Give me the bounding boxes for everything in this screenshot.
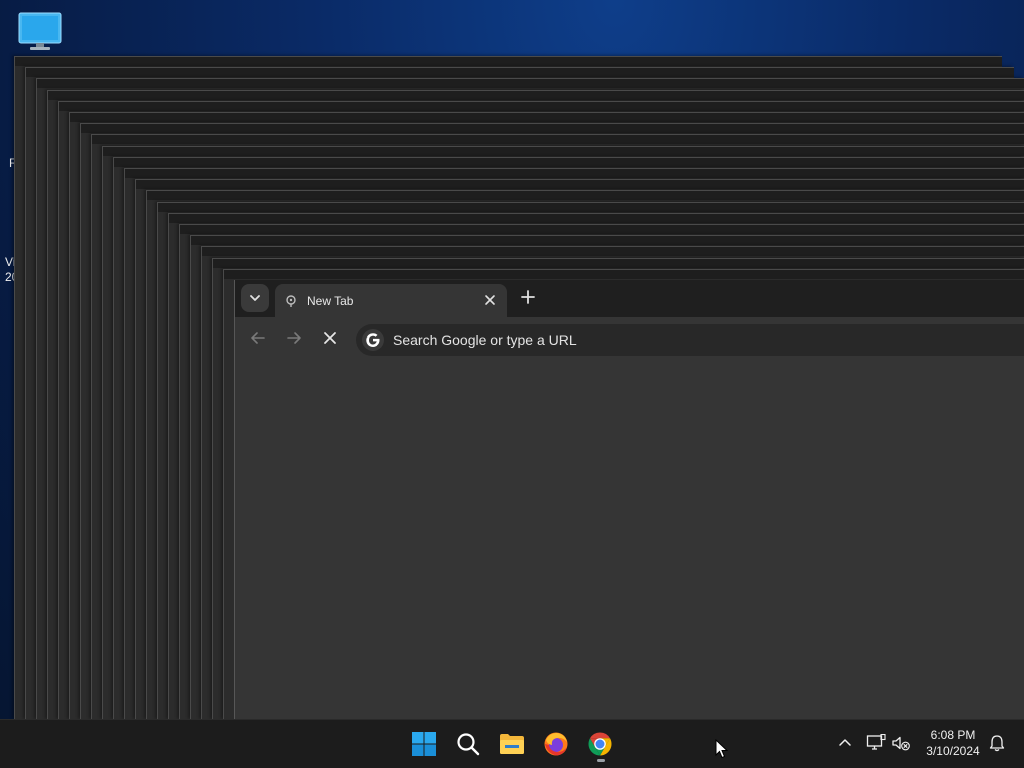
arrow-left-icon — [251, 332, 265, 344]
notifications-button[interactable] — [986, 732, 1008, 754]
show-hidden-icons-button[interactable] — [834, 732, 856, 754]
firefox-button[interactable] — [540, 728, 572, 760]
address-bar-placeholder: Search Google or type a URL — [393, 332, 577, 348]
mouse-cursor-icon — [715, 739, 729, 759]
plus-icon — [521, 290, 535, 304]
address-bar[interactable]: Search Google or type a URL — [356, 324, 1024, 356]
system-clock[interactable]: 6:08 PM 3/10/2024 — [920, 727, 986, 759]
network-icon — [866, 734, 886, 750]
search-icon — [457, 733, 480, 756]
tab-title: New Tab — [307, 294, 354, 308]
chevron-down-icon — [250, 295, 260, 301]
arrow-right-icon — [287, 332, 301, 344]
tab-new-tab[interactable]: New Tab — [275, 284, 507, 317]
speaker-muted-icon — [892, 736, 910, 751]
back-button[interactable] — [246, 326, 270, 350]
new-tab-button[interactable] — [517, 286, 539, 308]
firefox-icon — [544, 732, 568, 756]
clock-time: 6:08 PM — [930, 728, 976, 742]
loading-icon — [286, 295, 296, 307]
tab-search-button[interactable] — [241, 284, 269, 312]
tab-strip: New Tab — [235, 280, 1024, 317]
volume-button[interactable] — [890, 732, 912, 754]
close-icon — [324, 332, 336, 344]
forward-button[interactable] — [282, 326, 306, 350]
chrome-running-indicator — [597, 759, 605, 762]
page-content — [235, 357, 1024, 720]
bell-icon — [989, 735, 1005, 752]
chrome-icon — [588, 732, 612, 756]
tab-close-icon[interactable] — [483, 293, 497, 307]
taskbar: 6:08 PM 3/10/2024 — [0, 719, 1024, 768]
browser-toolbar: Search Google or type a URL — [235, 317, 1024, 357]
search-button[interactable] — [452, 728, 484, 760]
file-explorer-button[interactable] — [496, 728, 528, 760]
start-button[interactable] — [408, 728, 440, 760]
google-icon — [362, 329, 384, 351]
chrome-button[interactable] — [584, 728, 616, 760]
chevron-up-icon — [839, 739, 851, 746]
folder-icon — [500, 734, 524, 754]
clock-date: 3/10/2024 — [926, 744, 980, 758]
browser-window: New Tab Search Google or type a URL — [234, 280, 1024, 720]
network-button[interactable] — [865, 732, 887, 754]
stop-loading-button[interactable] — [318, 326, 342, 350]
windows-logo-icon — [412, 732, 436, 756]
